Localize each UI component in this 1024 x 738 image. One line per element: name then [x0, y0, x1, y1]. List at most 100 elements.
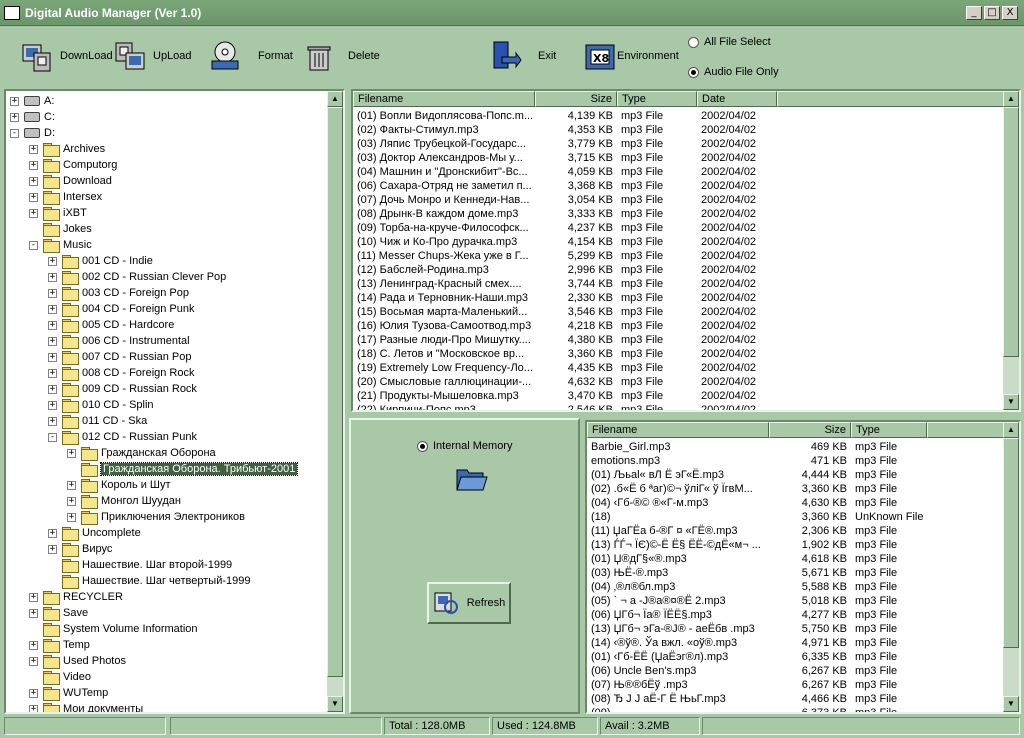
close-button[interactable]: X	[1002, 6, 1018, 20]
scroll-thumb[interactable]	[1003, 438, 1019, 648]
expand-icon[interactable]: +	[48, 544, 57, 554]
expand-icon[interactable]: +	[29, 144, 38, 154]
expand-icon[interactable]: +	[29, 704, 38, 712]
tree-item[interactable]: - 012 CD - Russian Punk	[48, 429, 197, 445]
tree-item[interactable]: + iXBT	[29, 205, 87, 221]
exit-button[interactable]: Exit	[488, 36, 556, 76]
expand-icon[interactable]: +	[67, 512, 76, 522]
table-row[interactable]: (13) Ленинград-Красный смех.... 3,744 KB m…	[353, 277, 777, 291]
table-row[interactable]: (04) ‹Гб-®© ®«Г-м.mp3 4,630 KB mp3 File	[587, 496, 927, 510]
tree-item[interactable]: +007 CD - Russian Pop	[48, 349, 191, 365]
tree-item[interactable]: System Volume Information	[29, 621, 198, 637]
table-row[interactable]: (10) Чиж и Ко-Про дурачка.mp3 4,154 KB mp3…	[353, 235, 777, 249]
table-row[interactable]: (03) ЊЁ-®.mp3 5,671 KB mp3 File	[587, 566, 927, 580]
scroll-thumb[interactable]	[327, 107, 343, 677]
table-row[interactable]: (16) Юлия Тузова-Самоотвод.mp3 4,218 KB mp…	[353, 319, 777, 333]
expand-icon[interactable]: +	[48, 272, 57, 282]
tree-item[interactable]: + RECYCLER	[29, 589, 123, 605]
col-filename[interactable]: Filename	[587, 422, 769, 438]
pc-file-list[interactable]: Filename Size Type Date (01) Вопли Видоп…	[351, 89, 1021, 412]
expand-icon[interactable]: +	[67, 448, 76, 458]
device-list-scrollbar[interactable]: ▲ ▼	[1003, 422, 1019, 712]
table-row[interactable]: (01) Љьаl« вЛ Ё эГ«Ё.mp3 4,444 KB mp3 File	[587, 468, 927, 482]
col-filename[interactable]: Filename	[353, 91, 535, 107]
tree-item[interactable]: + Uncomplete	[48, 525, 141, 541]
tree-item[interactable]: +010 CD - Splin	[48, 397, 154, 413]
table-row[interactable]: (03) Доктор Александров-Мы у... 3,715 KB m…	[353, 151, 777, 165]
scroll-thumb[interactable]	[1003, 107, 1019, 357]
scroll-down-icon[interactable]: ▼	[1003, 394, 1019, 410]
format-button[interactable]: Format	[208, 36, 293, 76]
table-row[interactable]: (14) ‹®ў®. Ўа вжл. «оў®.mp3 4,971 KB mp3 F…	[587, 636, 927, 650]
expand-icon[interactable]: +	[67, 496, 76, 506]
expand-icon[interactable]: +	[29, 656, 38, 666]
expand-icon[interactable]: +	[10, 96, 19, 106]
tree-item[interactable]: - Music	[29, 237, 92, 253]
expand-icon[interactable]: +	[48, 304, 57, 314]
table-row[interactable]: (07) Њ®®бЁў .mp3 6,267 KB mp3 File	[587, 678, 927, 692]
expand-icon[interactable]: +	[29, 592, 38, 602]
col-size[interactable]: Size	[535, 91, 617, 107]
internal-memory-radio[interactable]: Internal Memory	[417, 440, 512, 452]
tree-item[interactable]: + Download	[29, 173, 112, 189]
expand-icon[interactable]: +	[48, 256, 57, 266]
col-size[interactable]: Size	[769, 422, 851, 438]
tree-item[interactable]: - D:	[10, 125, 55, 141]
table-row[interactable]: (06) ЏГб¬ Їа® ЇЁЁ§.mp3 4,277 KB mp3 File	[587, 608, 927, 622]
minimize-button[interactable]: _	[966, 6, 982, 20]
expand-icon[interactable]: +	[48, 320, 57, 330]
download-button[interactable]: DownLoad	[20, 36, 113, 76]
table-row[interactable]: Barbie_Girl.mp3 469 KB mp3 File	[587, 440, 927, 454]
expand-icon[interactable]: +	[48, 352, 57, 362]
expand-icon[interactable]: +	[29, 192, 38, 202]
expand-icon[interactable]: +	[48, 368, 57, 378]
table-row[interactable]: emotions.mp3 471 KB mp3 File	[587, 454, 927, 468]
expand-icon[interactable]: +	[48, 336, 57, 346]
table-row[interactable]: (05) ` ¬ а -J®а®¤®Ё 2.mp3 5,018 KB mp3 Fil…	[587, 594, 927, 608]
table-row[interactable]: (13) ЏГб¬ эГа-®Ј® - аеЁбв .mp3 5,750 KB mp…	[587, 622, 927, 636]
tree-item[interactable]: Нашествие. Шаг второй-1999	[48, 557, 232, 573]
scroll-up-icon[interactable]: ▲	[1003, 91, 1019, 107]
table-row[interactable]: (04) Машнин и "Дронскибит"-Вс... 4,059 KB…	[353, 165, 777, 179]
table-row[interactable]: (11) Messer Chups-Жека уже в Г... 5,299 K…	[353, 249, 777, 263]
expand-icon[interactable]: +	[48, 288, 57, 298]
tree-item[interactable]: +005 CD - Hardcore	[48, 317, 174, 333]
folder-tree-panel[interactable]: + A: + C: - D: + Archives + Computorg + Download + In…	[4, 89, 345, 714]
environment-button[interactable]: X8 Environment	[583, 36, 679, 76]
expand-icon[interactable]: +	[29, 640, 38, 650]
expand-icon[interactable]: +	[29, 208, 38, 218]
scroll-down-icon[interactable]: ▼	[1003, 696, 1019, 712]
expand-icon[interactable]: +	[48, 528, 57, 538]
tree-item[interactable]: + Computorg	[29, 157, 117, 173]
maximize-button[interactable]: □	[984, 6, 1000, 20]
table-row[interactable]: (11) ЏаГЁа б-®Г ¤ «ГЁ®.mp3 2,306 KB mp3 Fi…	[587, 524, 927, 538]
col-type[interactable]: Type	[851, 422, 927, 438]
tree-item[interactable]: +011 CD - Ska	[48, 413, 147, 429]
collapse-icon[interactable]: -	[48, 432, 57, 442]
tree-item[interactable]: +002 CD - Russian Clever Pop	[48, 269, 226, 285]
expand-icon[interactable]: +	[48, 416, 57, 426]
tree-item[interactable]: Гражданская Оборона. Трибьют-2001	[67, 461, 299, 477]
tree-item[interactable]: + Вирус	[48, 541, 112, 557]
table-row[interactable]: (01) ‹Гб-ЁЁ (ЏаЁэг®л).mp3 6,335 KB mp3 Fil…	[587, 650, 927, 664]
table-row[interactable]: (18) 3,360 KB UnKnown File	[587, 510, 927, 524]
table-row[interactable]: (12) Бабслей-Родина.mp3 2,996 KB mp3 File 2…	[353, 263, 777, 277]
tree-item[interactable]: +003 CD - Foreign Pop	[48, 285, 189, 301]
table-row[interactable]: (19) Extremely Low Frequency-Ло... 4,435 …	[353, 361, 777, 375]
table-row[interactable]: (03) Ляпис Трубецкой-Государс... 3,779 KB…	[353, 137, 777, 151]
tree-item[interactable]: +008 CD - Foreign Rock	[48, 365, 195, 381]
table-row[interactable]: (04) ‚®л®бл.mp3 5,588 KB mp3 File	[587, 580, 927, 594]
tree-item[interactable]: Нашествие. Шаг четвертый-1999	[48, 573, 251, 589]
tree-item[interactable]: Jokes	[29, 221, 92, 237]
tree-item[interactable]: + Used Photos	[29, 653, 126, 669]
delete-button[interactable]: Delete	[302, 36, 380, 76]
tree-item[interactable]: + Archives	[29, 141, 105, 157]
tree-item[interactable]: + Temp	[29, 637, 90, 653]
table-row[interactable]: (07) Дочь Монро и Кеннеди-Нав... 3,054 KB…	[353, 193, 777, 207]
tree-item[interactable]: Video	[29, 669, 91, 685]
scroll-up-icon[interactable]: ▲	[1003, 422, 1019, 438]
expand-icon[interactable]: +	[48, 384, 57, 394]
audio-file-only-radio[interactable]: Audio File Only	[688, 66, 779, 78]
table-row[interactable]: (02) Факты-Стимул.mp3 4,353 KB mp3 File 200…	[353, 123, 777, 137]
upload-button[interactable]: UpLoad	[113, 36, 192, 76]
